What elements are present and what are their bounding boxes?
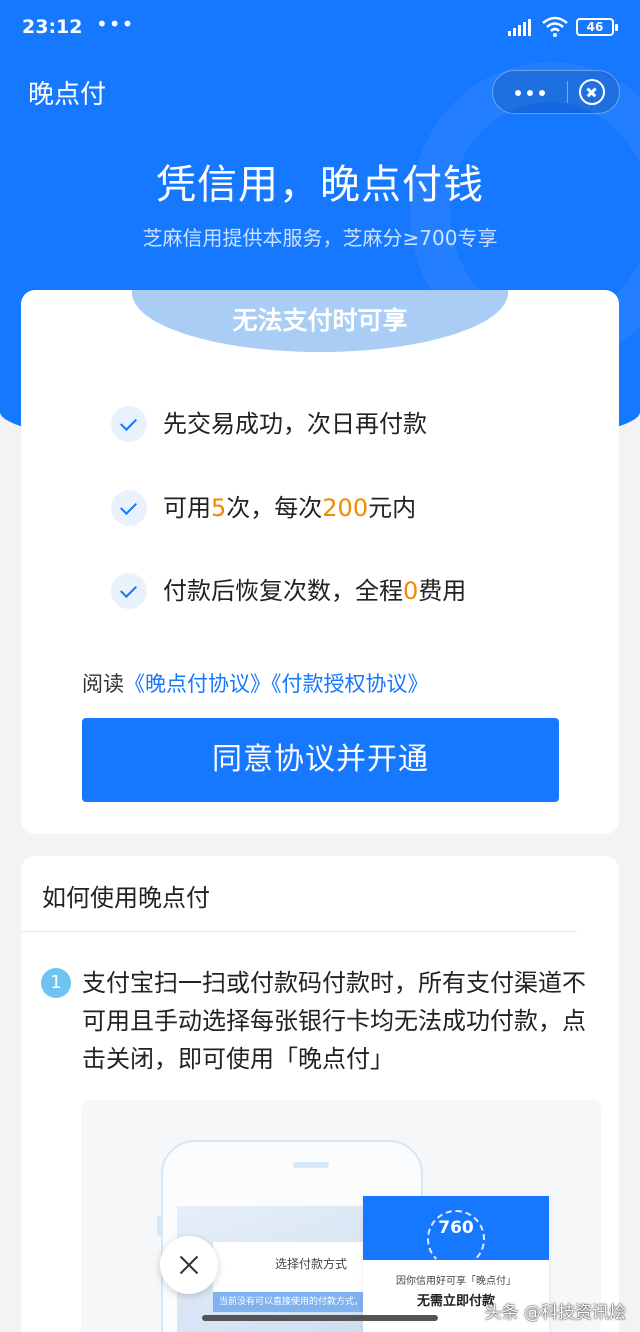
check-icon bbox=[111, 490, 147, 526]
wifi-icon bbox=[542, 16, 568, 37]
mini-program-capsule bbox=[492, 70, 620, 114]
credit-popup-header: 760 bbox=[363, 1196, 549, 1268]
feature-text: 付款后恢复次数，全程0费用 bbox=[163, 573, 466, 609]
benefits-card: 无法支付时可享 先交易成功，次日再付款 可用5次，每次200元内 付款后恢复次数… bbox=[21, 290, 619, 834]
feature-mid: 次，每次 bbox=[226, 494, 323, 522]
notification-dots: ••• bbox=[96, 12, 135, 36]
feature-suffix: 元内 bbox=[368, 494, 417, 522]
benefits-banner: 无法支付时可享 bbox=[132, 290, 508, 352]
feature-text: 可用5次，每次200元内 bbox=[163, 490, 416, 526]
more-options-button[interactable] bbox=[493, 71, 567, 113]
limit-amount: 200 bbox=[322, 494, 369, 522]
fee-amount: 0 bbox=[403, 577, 419, 605]
app-title: 晚点付 bbox=[28, 80, 107, 110]
home-indicator[interactable] bbox=[202, 1315, 438, 1321]
check-icon bbox=[111, 573, 147, 609]
popup-line: 因你信用好可享「晚点付」 bbox=[396, 1276, 516, 1287]
usage-count: 5 bbox=[211, 494, 227, 522]
divider bbox=[21, 931, 577, 932]
agreement-prefix: 阅读 bbox=[82, 672, 124, 696]
battery-icon: 46 bbox=[576, 18, 618, 36]
feature-prefix: 付款后恢复次数，全程 bbox=[163, 577, 403, 605]
signal-icon bbox=[508, 18, 534, 36]
how-to-use-title: 如何使用晚点付 bbox=[42, 884, 210, 912]
watermark: 头条 @科技资讯烩 bbox=[484, 1303, 626, 1323]
credit-score: 760 bbox=[438, 1218, 474, 1238]
agreement-line: 阅读《晚点付协议》《付款授权协议》 bbox=[82, 668, 429, 698]
how-to-use-card: 如何使用晚点付 1 支付宝扫一扫或付款码付款时，所有支付渠道不可用且手动选择每张… bbox=[21, 856, 619, 1332]
check-icon bbox=[111, 406, 147, 442]
feature-suffix: 费用 bbox=[418, 577, 467, 605]
step-description: 支付宝扫一扫或付款码付款时，所有支付渠道不可用且手动选择每张银行卡均无法成功付款… bbox=[82, 969, 586, 1073]
step-number-badge: 1 bbox=[41, 968, 71, 998]
more-dot-icon bbox=[515, 90, 521, 96]
late-pay-agreement-link[interactable]: 《晚点付协议》 bbox=[124, 672, 271, 696]
agree-and-activate-button[interactable]: 同意协议并开通 bbox=[82, 718, 559, 802]
capsule-divider bbox=[567, 81, 568, 103]
feature-text: 先交易成功，次日再付款 bbox=[163, 410, 427, 438]
hero-subtitle: 芝麻信用提供本服务，芝麻分≥700专享 bbox=[142, 226, 498, 250]
phone-side-button bbox=[157, 1216, 162, 1236]
status-time: 23:12 bbox=[22, 16, 83, 38]
more-dot-icon bbox=[539, 90, 545, 96]
status-bar: 23:12 ••• 46 bbox=[0, 0, 640, 52]
close-icon[interactable] bbox=[579, 79, 605, 105]
more-dot-icon bbox=[527, 90, 533, 96]
floating-close-button[interactable] bbox=[160, 1236, 218, 1294]
phone-speaker bbox=[293, 1162, 329, 1168]
feature-prefix: 可用 bbox=[163, 494, 211, 522]
hero-title: 凭信用，晚点付钱 bbox=[156, 162, 484, 208]
payment-authorization-link[interactable]: 《付款授权协议》 bbox=[271, 672, 429, 696]
